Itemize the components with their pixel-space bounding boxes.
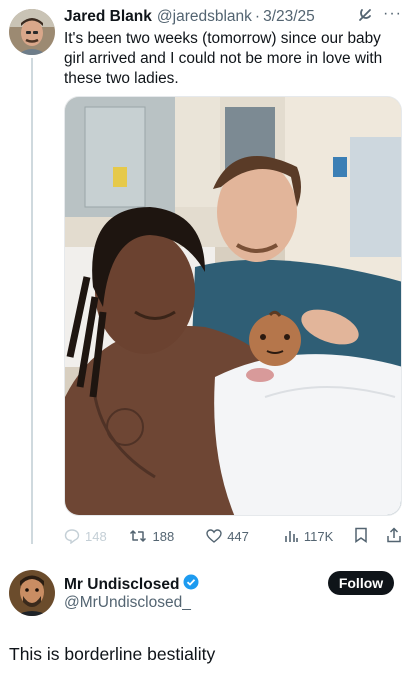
tweet-date[interactable]: 3/23/25 [263,8,315,26]
views-icon [285,531,298,542]
tweet-photo[interactable] [64,96,402,516]
like-count: 447 [227,528,249,544]
reply-icon [64,529,80,544]
views-count: 117K [303,528,334,544]
retweet-button[interactable]: 188 [129,528,206,544]
author-avatar[interactable] [9,9,55,55]
reply-text: This is borderline bestiality [9,644,216,664]
more-icon[interactable]: ··· [383,5,402,23]
reply-button[interactable]: 148 [64,528,129,544]
share-icon[interactable] [386,526,402,546]
bookmark-icon[interactable] [354,527,368,546]
reply-author-name[interactable]: Mr Undisclosed [64,576,179,594]
thread-connector-line [31,58,33,544]
like-button[interactable]: 447 [206,528,283,544]
like-icon [206,529,222,543]
author-handle[interactable]: @jaredsblank [157,8,252,26]
follow-button[interactable]: Follow [328,571,394,595]
tweet-text: It's been two weeks (tomorrow) since our… [64,30,383,87]
reply-author-avatar[interactable] [9,570,55,616]
grok-icon[interactable] [357,7,373,28]
author-name[interactable]: Jared Blank [64,8,152,26]
reply-author-handle[interactable]: @MrUndisclosed_ [64,594,191,612]
verified-badge-icon [183,574,199,595]
retweet-count: 188 [152,528,175,544]
header-separator: · [254,8,261,25]
tweet-header: Jared Blank @jaredsblank · 3/23/25 ··· [64,5,402,28]
reply-count: 148 [85,528,107,544]
tweet-actions: 148 188 447 117K [64,526,402,546]
reply-author-name-row: Mr Undisclosed [64,574,199,595]
retweet-icon [130,530,147,542]
views-button[interactable]: 117K [283,528,354,544]
